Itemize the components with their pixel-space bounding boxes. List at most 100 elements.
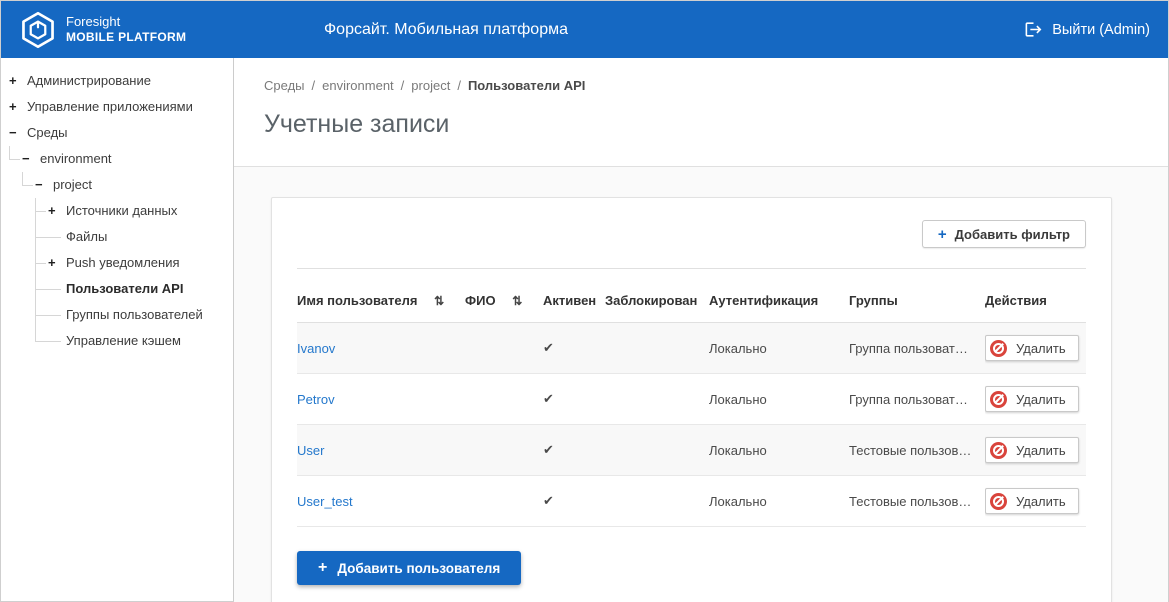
sidebar-item-label: Управление приложениями xyxy=(27,94,193,120)
groups-cell: Тестовые пользов… xyxy=(849,476,985,527)
breadcrumb: Среды / environment / project / Пользова… xyxy=(264,78,1138,93)
add-filter-button[interactable]: + Добавить фильтр xyxy=(922,220,1086,248)
sort-icon[interactable]: ⇅ xyxy=(512,294,522,308)
column-label: Имя пользователя xyxy=(297,293,417,308)
fio-cell xyxy=(465,476,543,527)
collapse-icon[interactable]: − xyxy=(22,146,40,172)
sort-icon[interactable]: ⇅ xyxy=(434,294,444,308)
blocked-cell xyxy=(605,374,709,425)
prohibit-icon xyxy=(990,391,1007,408)
prohibit-icon xyxy=(990,340,1007,357)
logo-text: Foresight MOBILE PLATFORM xyxy=(66,14,186,45)
tree-node-environment: − environment − project xyxy=(9,146,233,354)
tree-node-api-users: Пользователи API xyxy=(35,276,233,302)
collapse-icon[interactable]: − xyxy=(9,120,27,146)
sidebar-item-files[interactable]: Файлы xyxy=(48,224,233,250)
active-check-cell: ✔ xyxy=(543,476,605,527)
logo-line2: MOBILE PLATFORM xyxy=(66,30,186,45)
app-logo: Foresight MOBILE PLATFORM xyxy=(19,11,186,49)
actions-cell: Удалить xyxy=(985,374,1086,425)
sidebar-item-label: Пользователи API xyxy=(66,276,183,302)
auth-cell: Локально xyxy=(709,374,849,425)
table-row: User ✔ Локально Тестовые пользов… xyxy=(297,425,1086,476)
add-user-label: Добавить пользователя xyxy=(337,561,500,576)
delete-button[interactable]: Удалить xyxy=(985,335,1079,361)
expand-icon[interactable]: + xyxy=(48,198,66,224)
username-link[interactable]: User xyxy=(297,443,324,458)
username-cell: User xyxy=(297,425,465,476)
sidebar-item-label: environment xyxy=(40,146,112,172)
blocked-cell xyxy=(605,425,709,476)
groups-cell: Группа пользоват… xyxy=(849,374,985,425)
expand-icon[interactable]: + xyxy=(9,68,27,94)
sidebar-item-environments[interactable]: − Среды xyxy=(9,120,233,146)
tree-node-app-management: + Управление приложениями xyxy=(9,94,233,120)
username-cell: Petrov xyxy=(297,374,465,425)
delete-label: Удалить xyxy=(1016,392,1066,407)
column-header-active: Активен xyxy=(543,269,605,323)
sidebar-item-user-groups[interactable]: Группы пользователей xyxy=(48,302,233,328)
main-area: Среды / environment / project / Пользова… xyxy=(234,58,1168,601)
sidebar-item-label: Среды xyxy=(27,120,68,146)
logout-icon xyxy=(1024,20,1043,39)
column-header-auth: Аутентификация xyxy=(709,269,849,323)
auth-cell: Локально xyxy=(709,323,849,374)
active-check-cell: ✔ xyxy=(543,323,605,374)
sidebar-item-administration[interactable]: + Администрирование xyxy=(9,68,233,94)
tree-node-administration: + Администрирование xyxy=(9,68,233,94)
breadcrumb-item-environment[interactable]: environment xyxy=(322,78,394,93)
auth-cell: Локально xyxy=(709,476,849,527)
breadcrumb-separator: / xyxy=(312,78,316,93)
api-users-table: Имя пользователя ⇅ ФИО ⇅ Активен Заблоки… xyxy=(297,268,1086,527)
column-header-groups: Группы xyxy=(849,269,985,323)
expand-icon[interactable]: + xyxy=(48,250,66,276)
plus-icon: + xyxy=(318,559,327,577)
sidebar-item-app-management[interactable]: + Управление приложениями xyxy=(9,94,233,120)
sidebar-item-label: Файлы xyxy=(66,224,107,250)
sidebar-item-project[interactable]: − project xyxy=(35,172,233,198)
delete-button[interactable]: Удалить xyxy=(985,437,1079,463)
add-filter-label: Добавить фильтр xyxy=(955,227,1070,242)
tree-node-project: − project + Источники данных xyxy=(22,172,233,354)
column-header-username[interactable]: Имя пользователя ⇅ xyxy=(297,269,465,323)
auth-cell: Локально xyxy=(709,425,849,476)
table-row: User_test ✔ Локально Тестовые пользов… xyxy=(297,476,1086,527)
column-header-actions: Действия xyxy=(985,269,1086,323)
logo-line1: Foresight xyxy=(66,14,186,30)
column-header-blocked: Заблокирован xyxy=(605,269,709,323)
table-body: Ivanov ✔ Локально Группа пользоват… xyxy=(297,323,1086,527)
page-header-title: Форсайт. Мобильная платформа xyxy=(231,21,661,39)
column-label: ФИО xyxy=(465,293,496,308)
delete-button[interactable]: Удалить xyxy=(985,386,1079,412)
sidebar-item-label: Источники данных xyxy=(66,198,177,224)
logo-icon xyxy=(19,11,57,49)
app-window: Foresight MOBILE PLATFORM Форсайт. Мобил… xyxy=(0,0,1169,602)
tree-node-environments: − Среды − environment xyxy=(9,120,233,354)
sidebar-item-environment[interactable]: − environment xyxy=(22,146,233,172)
tree-node-user-groups: Группы пользователей xyxy=(35,302,233,328)
sidebar-item-api-users[interactable]: Пользователи API xyxy=(48,276,233,302)
username-link[interactable]: Petrov xyxy=(297,392,335,407)
sidebar-item-data-sources[interactable]: + Источники данных xyxy=(48,198,233,224)
breadcrumb-item-environments[interactable]: Среды xyxy=(264,78,305,93)
sidebar-item-label: Группы пользователей xyxy=(66,302,203,328)
table-row: Petrov ✔ Локально Группа пользоват… xyxy=(297,374,1086,425)
breadcrumb-item-project[interactable]: project xyxy=(411,78,450,93)
username-link[interactable]: User_test xyxy=(297,494,353,509)
tree-node-data-sources: + Источники данных xyxy=(35,198,233,224)
table-header-row: Имя пользователя ⇅ ФИО ⇅ Активен Заблоки… xyxy=(297,269,1086,323)
expand-icon[interactable]: + xyxy=(9,94,27,120)
content-area: + Добавить фильтр Имя пользоват xyxy=(234,167,1168,602)
blocked-cell xyxy=(605,476,709,527)
active-check-cell: ✔ xyxy=(543,374,605,425)
sidebar-item-cache-management[interactable]: Управление кэшем xyxy=(48,328,233,354)
sidebar-item-push-notifications[interactable]: + Push уведомления xyxy=(48,250,233,276)
column-header-fio[interactable]: ФИО ⇅ xyxy=(465,269,543,323)
logout-button[interactable]: Выйти (Admin) xyxy=(1024,20,1150,39)
active-check-cell: ✔ xyxy=(543,425,605,476)
actions-cell: Удалить xyxy=(985,476,1086,527)
delete-button[interactable]: Удалить xyxy=(985,488,1079,514)
username-link[interactable]: Ivanov xyxy=(297,341,335,356)
collapse-icon[interactable]: − xyxy=(35,172,53,198)
add-user-button[interactable]: + Добавить пользователя xyxy=(297,551,521,585)
